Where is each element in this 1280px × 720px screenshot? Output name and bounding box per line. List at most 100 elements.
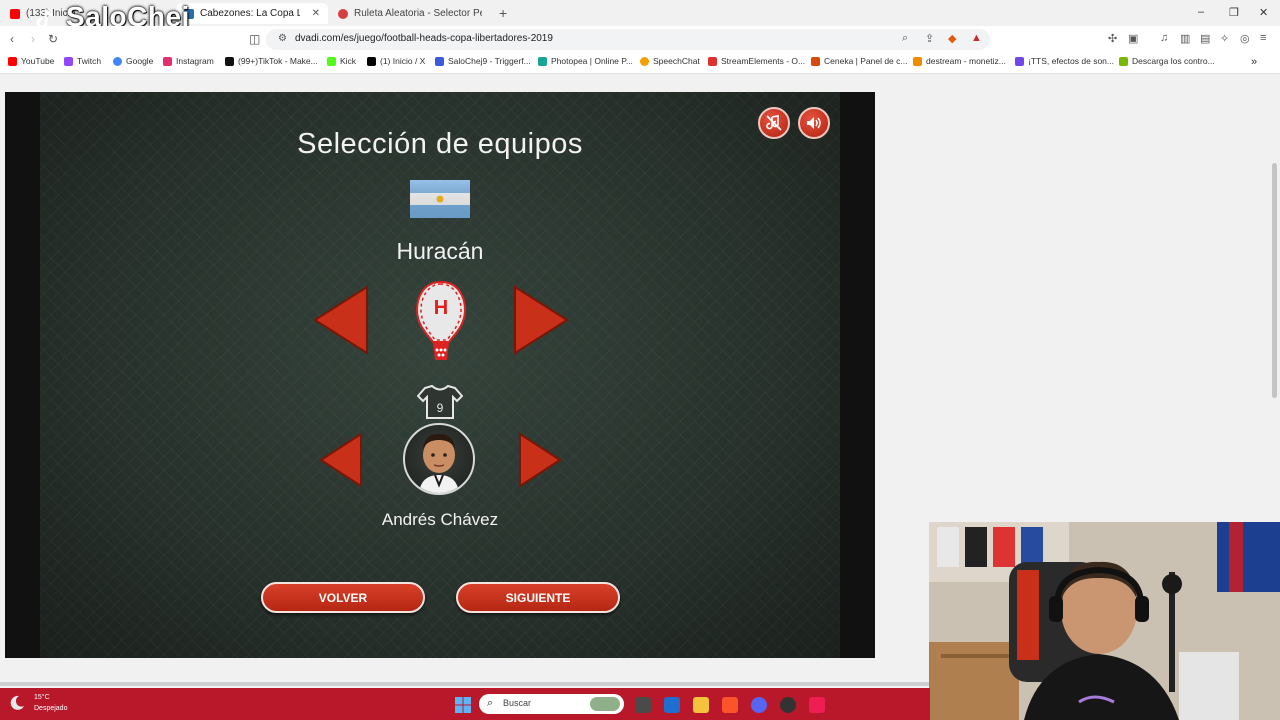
- tab-cabezones[interactable]: Cabezones: La Copa Libertadores ✕: [176, 3, 328, 24]
- svg-text:H: H: [434, 297, 448, 319]
- search-placeholder: Buscar: [503, 698, 532, 708]
- tab-bar: (133) Inicio Cabezones: La Copa Libertad…: [0, 0, 1280, 26]
- google-icon: [113, 56, 122, 66]
- wallet-icon[interactable]: ▣: [1128, 32, 1138, 45]
- team-name: Huracán: [396, 238, 484, 264]
- weather-description[interactable]: Despejado: [34, 705, 67, 712]
- bookmark-item[interactable]: ¡TTS, efectos de son...: [1015, 56, 1114, 66]
- weather-moon-icon[interactable]: [8, 694, 26, 712]
- task-view-icon[interactable]: [635, 697, 651, 713]
- twitch-icon: [64, 56, 73, 66]
- share-icon[interactable]: ⇪: [925, 32, 934, 45]
- game-background: [40, 92, 840, 658]
- youtube-icon: [8, 56, 17, 66]
- taskbar-search[interactable]: ⌕ Buscar: [479, 694, 624, 714]
- vertical-scrollbar[interactable]: [1272, 163, 1277, 398]
- bookmark-item[interactable]: Descarga los contro...: [1119, 56, 1215, 66]
- music-off-icon: [766, 115, 782, 131]
- next-player-arrow[interactable]: [518, 432, 562, 488]
- bookmark-item[interactable]: Instagram: [163, 56, 214, 66]
- bookmark-item[interactable]: Photopea | Online P...: [538, 56, 633, 66]
- bookmark-item[interactable]: SpeechChat: [640, 56, 700, 66]
- leo-icon[interactable]: ✧: [1220, 32, 1229, 45]
- site-info-icon[interactable]: ⚙: [278, 33, 287, 44]
- bookmarks-overflow-icon[interactable]: »: [1251, 56, 1257, 68]
- brave-shield-icon[interactable]: ◆: [948, 32, 956, 45]
- media-icon[interactable]: ♫: [1160, 32, 1168, 44]
- ceneka-icon: [811, 56, 820, 66]
- youtube-icon: [10, 8, 20, 19]
- bookmark-label: Twitch: [77, 56, 102, 66]
- prev-team-arrow[interactable]: [313, 285, 369, 355]
- file-explorer-icon[interactable]: [693, 697, 709, 713]
- instagram-icon: [163, 56, 172, 66]
- bookmark-label: Descarga los contro...: [1132, 56, 1215, 66]
- player-name: Andrés Chávez: [381, 510, 499, 529]
- x-icon: [367, 56, 376, 66]
- back-icon[interactable]: ‹: [10, 32, 14, 46]
- back-button[interactable]: VOLVER: [261, 582, 425, 613]
- extensions-icon[interactable]: ✣: [1108, 32, 1117, 45]
- minimize-button[interactable]: –: [1198, 6, 1204, 18]
- sidebar-icon[interactable]: ▥: [1180, 32, 1190, 45]
- bookmark-page-icon[interactable]: ◫: [249, 32, 260, 46]
- menu-icon[interactable]: ≡: [1260, 32, 1266, 44]
- maximize-button[interactable]: ❐: [1229, 6, 1239, 19]
- tabs-icon[interactable]: ▤: [1200, 32, 1210, 45]
- search-highlight-icon: [590, 697, 620, 711]
- bookmark-item[interactable]: Kick: [327, 56, 356, 66]
- vpn-icon[interactable]: ◎: [1240, 32, 1250, 45]
- discord-icon[interactable]: [751, 697, 767, 713]
- close-tab-icon[interactable]: ✕: [306, 8, 320, 19]
- store-icon[interactable]: [664, 697, 680, 713]
- game-title: Selección de equipos: [297, 128, 583, 160]
- obs-icon[interactable]: [780, 697, 796, 713]
- bookmark-label: SpeechChat: [653, 56, 700, 66]
- destream-icon: [913, 56, 922, 66]
- sound-toggle-button[interactable]: [798, 107, 830, 139]
- bookmark-item[interactable]: (99+)TikTok - Make...: [225, 56, 318, 66]
- brave-rewards-icon[interactable]: ▲: [971, 32, 982, 44]
- ruleta-icon: [338, 8, 348, 19]
- bookmark-label: SaloChej9 - Triggerf...: [448, 56, 531, 66]
- bookmark-label: YouTube: [21, 56, 55, 66]
- forward-icon[interactable]: ›: [31, 32, 35, 46]
- close-window-button[interactable]: ✕: [1259, 6, 1268, 19]
- bookmark-label: (99+)TikTok - Make...: [238, 56, 318, 66]
- game-canvas[interactable]: Selección de equipos Huracán H 9 Andrés …: [5, 92, 875, 658]
- bookmarks-bar: YouTube Twitch Google Instagram (99+)Tik…: [0, 53, 1280, 74]
- next-button[interactable]: SIGUIENTE: [456, 582, 620, 613]
- address-bar[interactable]: ⚙ dvadi.com/es/juego/football-heads-copa…: [266, 29, 990, 50]
- bookmark-item[interactable]: YouTube: [8, 56, 54, 66]
- brave-browser-icon[interactable]: [722, 697, 738, 713]
- horizontal-scrollbar[interactable]: [0, 682, 930, 686]
- bookmark-item[interactable]: Twitch: [64, 56, 101, 66]
- huracan-crest-icon: H: [415, 280, 467, 360]
- speaker-icon: [807, 117, 821, 129]
- webcam-overlay: [929, 522, 1280, 720]
- bookmark-item[interactable]: StreamElements - O...: [708, 56, 805, 66]
- bookmark-item[interactable]: (1) Inicio / X: [367, 56, 425, 66]
- svg-text:9: 9: [437, 401, 444, 415]
- new-tab-button[interactable]: +: [499, 5, 507, 21]
- bookmark-label: Google: [126, 56, 154, 66]
- reload-icon[interactable]: ↻: [48, 32, 58, 46]
- music-toggle-button[interactable]: [758, 107, 790, 139]
- bookmark-item[interactable]: SaloChej9 - Triggerf...: [435, 56, 531, 66]
- tab-title: Ruleta Aleatoria - Selector Personalizad…: [354, 8, 482, 19]
- zoom-icon[interactable]: ⌕: [902, 32, 908, 45]
- tab-ruleta[interactable]: Ruleta Aleatoria - Selector Personalizad…: [330, 3, 490, 24]
- tts-icon: [1015, 56, 1024, 66]
- bookmark-item[interactable]: destream - monetiz...: [913, 56, 1006, 66]
- tiktok-live-icon[interactable]: [809, 697, 825, 713]
- bookmark-item[interactable]: Ceneka | Panel de c...: [811, 56, 907, 66]
- windows-start-icon[interactable]: [455, 697, 471, 713]
- player-avatar: [403, 423, 475, 495]
- next-team-arrow[interactable]: [513, 285, 569, 355]
- prev-player-arrow[interactable]: [319, 432, 363, 488]
- bookmark-item[interactable]: Google: [113, 56, 153, 66]
- triggerfyre-icon: [435, 56, 444, 66]
- shirt-icon: 9: [417, 384, 463, 419]
- bookmark-label: destream - monetiz...: [926, 56, 1006, 66]
- weather-temperature[interactable]: 15°C: [34, 694, 50, 701]
